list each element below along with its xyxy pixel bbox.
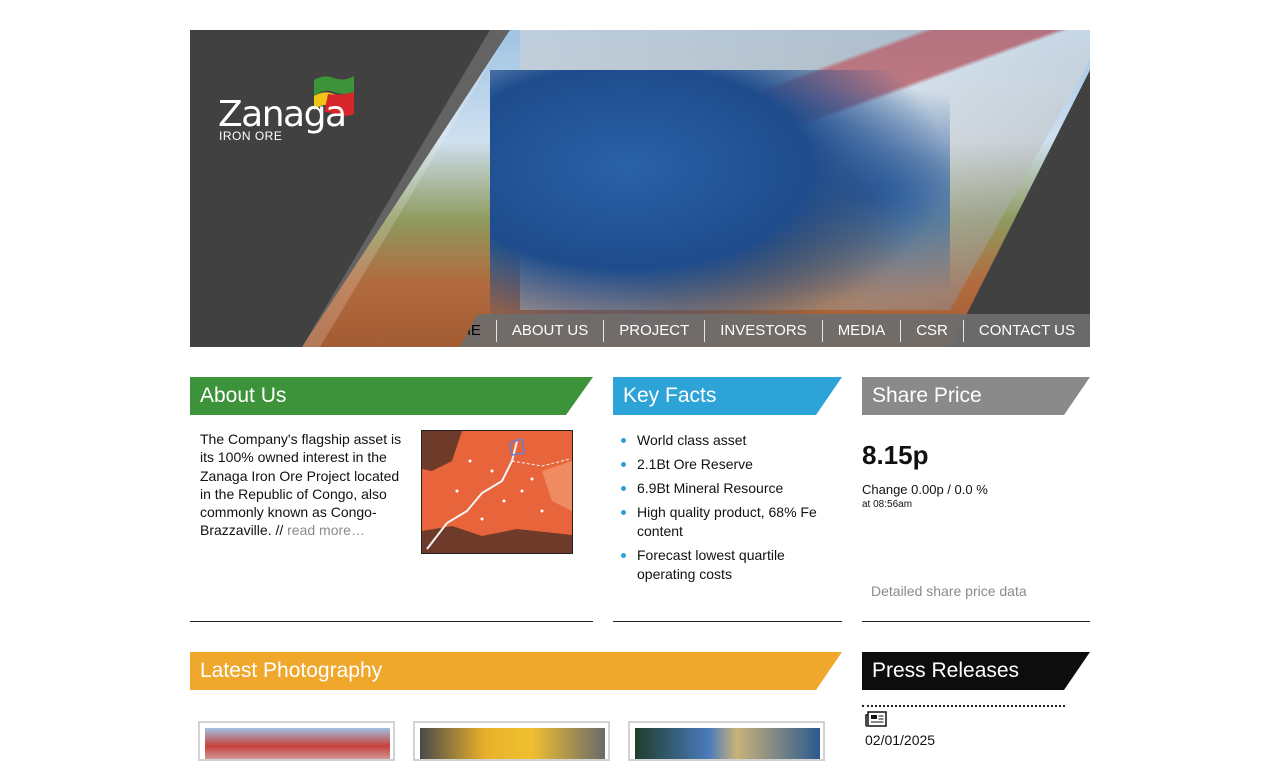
nav-media[interactable]: MEDIA [821, 319, 901, 342]
thumbnail-image [420, 728, 605, 759]
key-facts-list: World class asset 2.1Bt Ore Reserve 6.9B… [618, 431, 818, 589]
latest-photography-heading[interactable]: Latest Photography [190, 652, 842, 690]
about-us-text: The Company's flagship asset is its 100%… [200, 430, 405, 540]
share-price-heading[interactable]: Share Price [862, 377, 1090, 415]
newspaper-icon [865, 711, 887, 727]
list-item: High quality product, 68% Fe content [618, 503, 818, 541]
press-divider [862, 705, 1065, 707]
project-map[interactable] [421, 430, 573, 554]
press-releases-heading[interactable]: Press Releases [862, 652, 1090, 690]
thumbnail-image [635, 728, 820, 759]
list-item: World class asset [618, 431, 818, 450]
main-nav: HOME ABOUT US PROJECT INVESTORS MEDIA CS… [460, 314, 1090, 347]
logo-subtitle: IRON ORE [219, 129, 283, 143]
thumbnail-image [205, 728, 390, 759]
key-facts-heading[interactable]: Key Facts [613, 377, 842, 415]
nav-project[interactable]: PROJECT [603, 319, 704, 342]
share-price-details-link[interactable]: Detailed share price data [871, 583, 1027, 599]
nav-investors[interactable]: INVESTORS [704, 319, 821, 342]
read-more-link[interactable]: read more… [287, 522, 365, 538]
photo-thumbnail[interactable] [198, 721, 395, 761]
nav-csr[interactable]: CSR [900, 319, 963, 342]
share-price-time: at 08:56am [862, 499, 913, 510]
zanaga-logo[interactable]: Zanaga IRON ORE [218, 74, 358, 144]
list-item: Forecast lowest quartile operating costs [618, 546, 818, 584]
nav-about-us[interactable]: ABOUT US [495, 319, 603, 342]
workers-image [490, 70, 950, 347]
share-price-value: 8.15p [862, 440, 929, 470]
map-image [422, 431, 572, 553]
list-item: 6.9Bt Mineral Resource [618, 479, 818, 498]
list-item: 2.1Bt Ore Reserve [618, 455, 818, 474]
photo-thumbnail[interactable] [628, 721, 825, 761]
press-release-date: 02/01/2025 [865, 732, 936, 748]
about-divider [190, 621, 593, 622]
share-price-change: Change 0.00p / 0.0 % [862, 482, 988, 497]
photo-thumbnail[interactable] [413, 721, 610, 761]
nav-contact-us[interactable]: CONTACT US [962, 319, 1090, 342]
about-us-heading[interactable]: About Us [190, 377, 593, 415]
share-divider [862, 621, 1090, 622]
facts-divider [613, 621, 842, 622]
hero-banner: Zanaga IRON ORE HOME ABOUT US PROJECT IN… [190, 30, 1090, 347]
